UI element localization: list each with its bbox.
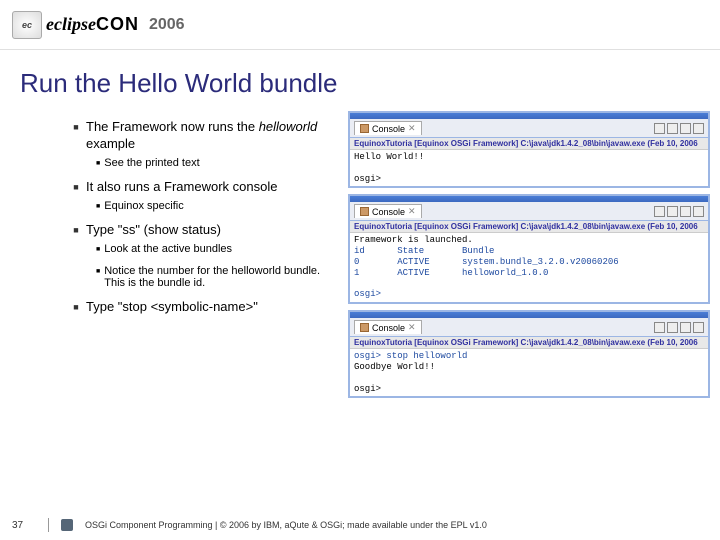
toolbar-button[interactable] xyxy=(680,206,691,217)
bullet-3: ■ Type "ss" (show status) xyxy=(72,222,340,239)
toolbar-button[interactable] xyxy=(680,123,691,134)
toolbar-button[interactable] xyxy=(654,206,665,217)
slide-header: ec eclipseCON 2006 xyxy=(0,0,720,50)
close-icon[interactable]: ✕ xyxy=(408,123,416,134)
console-window-3: Console ✕ EquinoxTutoria [Equinox OSGi F… xyxy=(348,310,710,398)
bullet-3-sub2: ■Notice the number for the helloworld bu… xyxy=(96,265,340,289)
bullet-3-sub1: ■Look at the active bundles xyxy=(96,243,340,255)
console-tab[interactable]: Console ✕ xyxy=(354,121,422,135)
toolbar-button[interactable] xyxy=(654,123,665,134)
bullet-1-sub: ■See the printed text xyxy=(96,157,340,169)
toolbar-button[interactable] xyxy=(693,123,704,134)
page-number: 37 xyxy=(12,520,36,531)
screenshots-column: Console ✕ EquinoxTutoria [Equinox OSGi F… xyxy=(348,111,710,398)
toolbar-button[interactable] xyxy=(667,206,678,217)
launch-info: EquinoxTutoria [Equinox OSGi Framework] … xyxy=(350,138,708,150)
toolbar-button[interactable] xyxy=(693,322,704,333)
toolbar-button[interactable] xyxy=(680,322,691,333)
bullet-2: ■ It also runs a Framework console xyxy=(72,179,340,196)
bullet-4: ■ Type "stop <symbolic-name>" xyxy=(72,299,340,316)
year-label: 2006 xyxy=(149,16,185,34)
console-icon xyxy=(360,323,369,332)
footer-logo-icon xyxy=(61,519,73,531)
toolbar-button[interactable] xyxy=(667,123,678,134)
launch-info: EquinoxTutoria [Equinox OSGi Framework] … xyxy=(350,221,708,233)
tab-label: Console xyxy=(372,124,405,134)
console-tab-bar: Console ✕ xyxy=(350,318,708,337)
console-output: Hello World!! osgi> xyxy=(350,150,708,186)
divider xyxy=(48,518,49,532)
console-window-1: Console ✕ EquinoxTutoria [Equinox OSGi F… xyxy=(348,111,710,188)
toolbar-button[interactable] xyxy=(667,322,678,333)
console-tab[interactable]: Console ✕ xyxy=(354,320,422,334)
content-row: ■ The Framework now runs the helloworld … xyxy=(0,111,720,398)
eclipsecon-logo: ec eclipseCON 2006 xyxy=(12,11,185,39)
tab-label: Console xyxy=(372,323,405,333)
console-output: osgi> stop helloworld Goodbye World!! os… xyxy=(350,349,708,396)
console-tab-bar: Console ✕ xyxy=(350,119,708,138)
tab-label: Console xyxy=(372,207,405,217)
bullet-column: ■ The Framework now runs the helloworld … xyxy=(60,111,340,398)
launch-info: EquinoxTutoria [Equinox OSGi Framework] … xyxy=(350,337,708,349)
footer-text: OSGi Component Programming | © 2006 by I… xyxy=(85,520,487,530)
bullet-1: ■ The Framework now runs the helloworld … xyxy=(72,119,340,153)
close-icon[interactable]: ✕ xyxy=(408,322,416,333)
console-icon xyxy=(360,124,369,133)
console-tab[interactable]: Console ✕ xyxy=(354,204,422,218)
slide-title: Run the Hello World bundle xyxy=(0,50,720,111)
bullet-2-sub: ■Equinox specific xyxy=(96,200,340,212)
console-icon xyxy=(360,207,369,216)
logo-text: eclipseCON xyxy=(46,14,139,35)
toolbar-button[interactable] xyxy=(693,206,704,217)
console-tab-bar: Console ✕ xyxy=(350,202,708,221)
logo-icon: ec xyxy=(12,11,42,39)
console-output: Framework is launched. id State Bundle 0… xyxy=(350,233,708,302)
close-icon[interactable]: ✕ xyxy=(408,206,416,217)
toolbar-button[interactable] xyxy=(654,322,665,333)
slide-footer: 37 OSGi Component Programming | © 2006 b… xyxy=(0,518,720,532)
console-window-2: Console ✕ EquinoxTutoria [Equinox OSGi F… xyxy=(348,194,710,304)
